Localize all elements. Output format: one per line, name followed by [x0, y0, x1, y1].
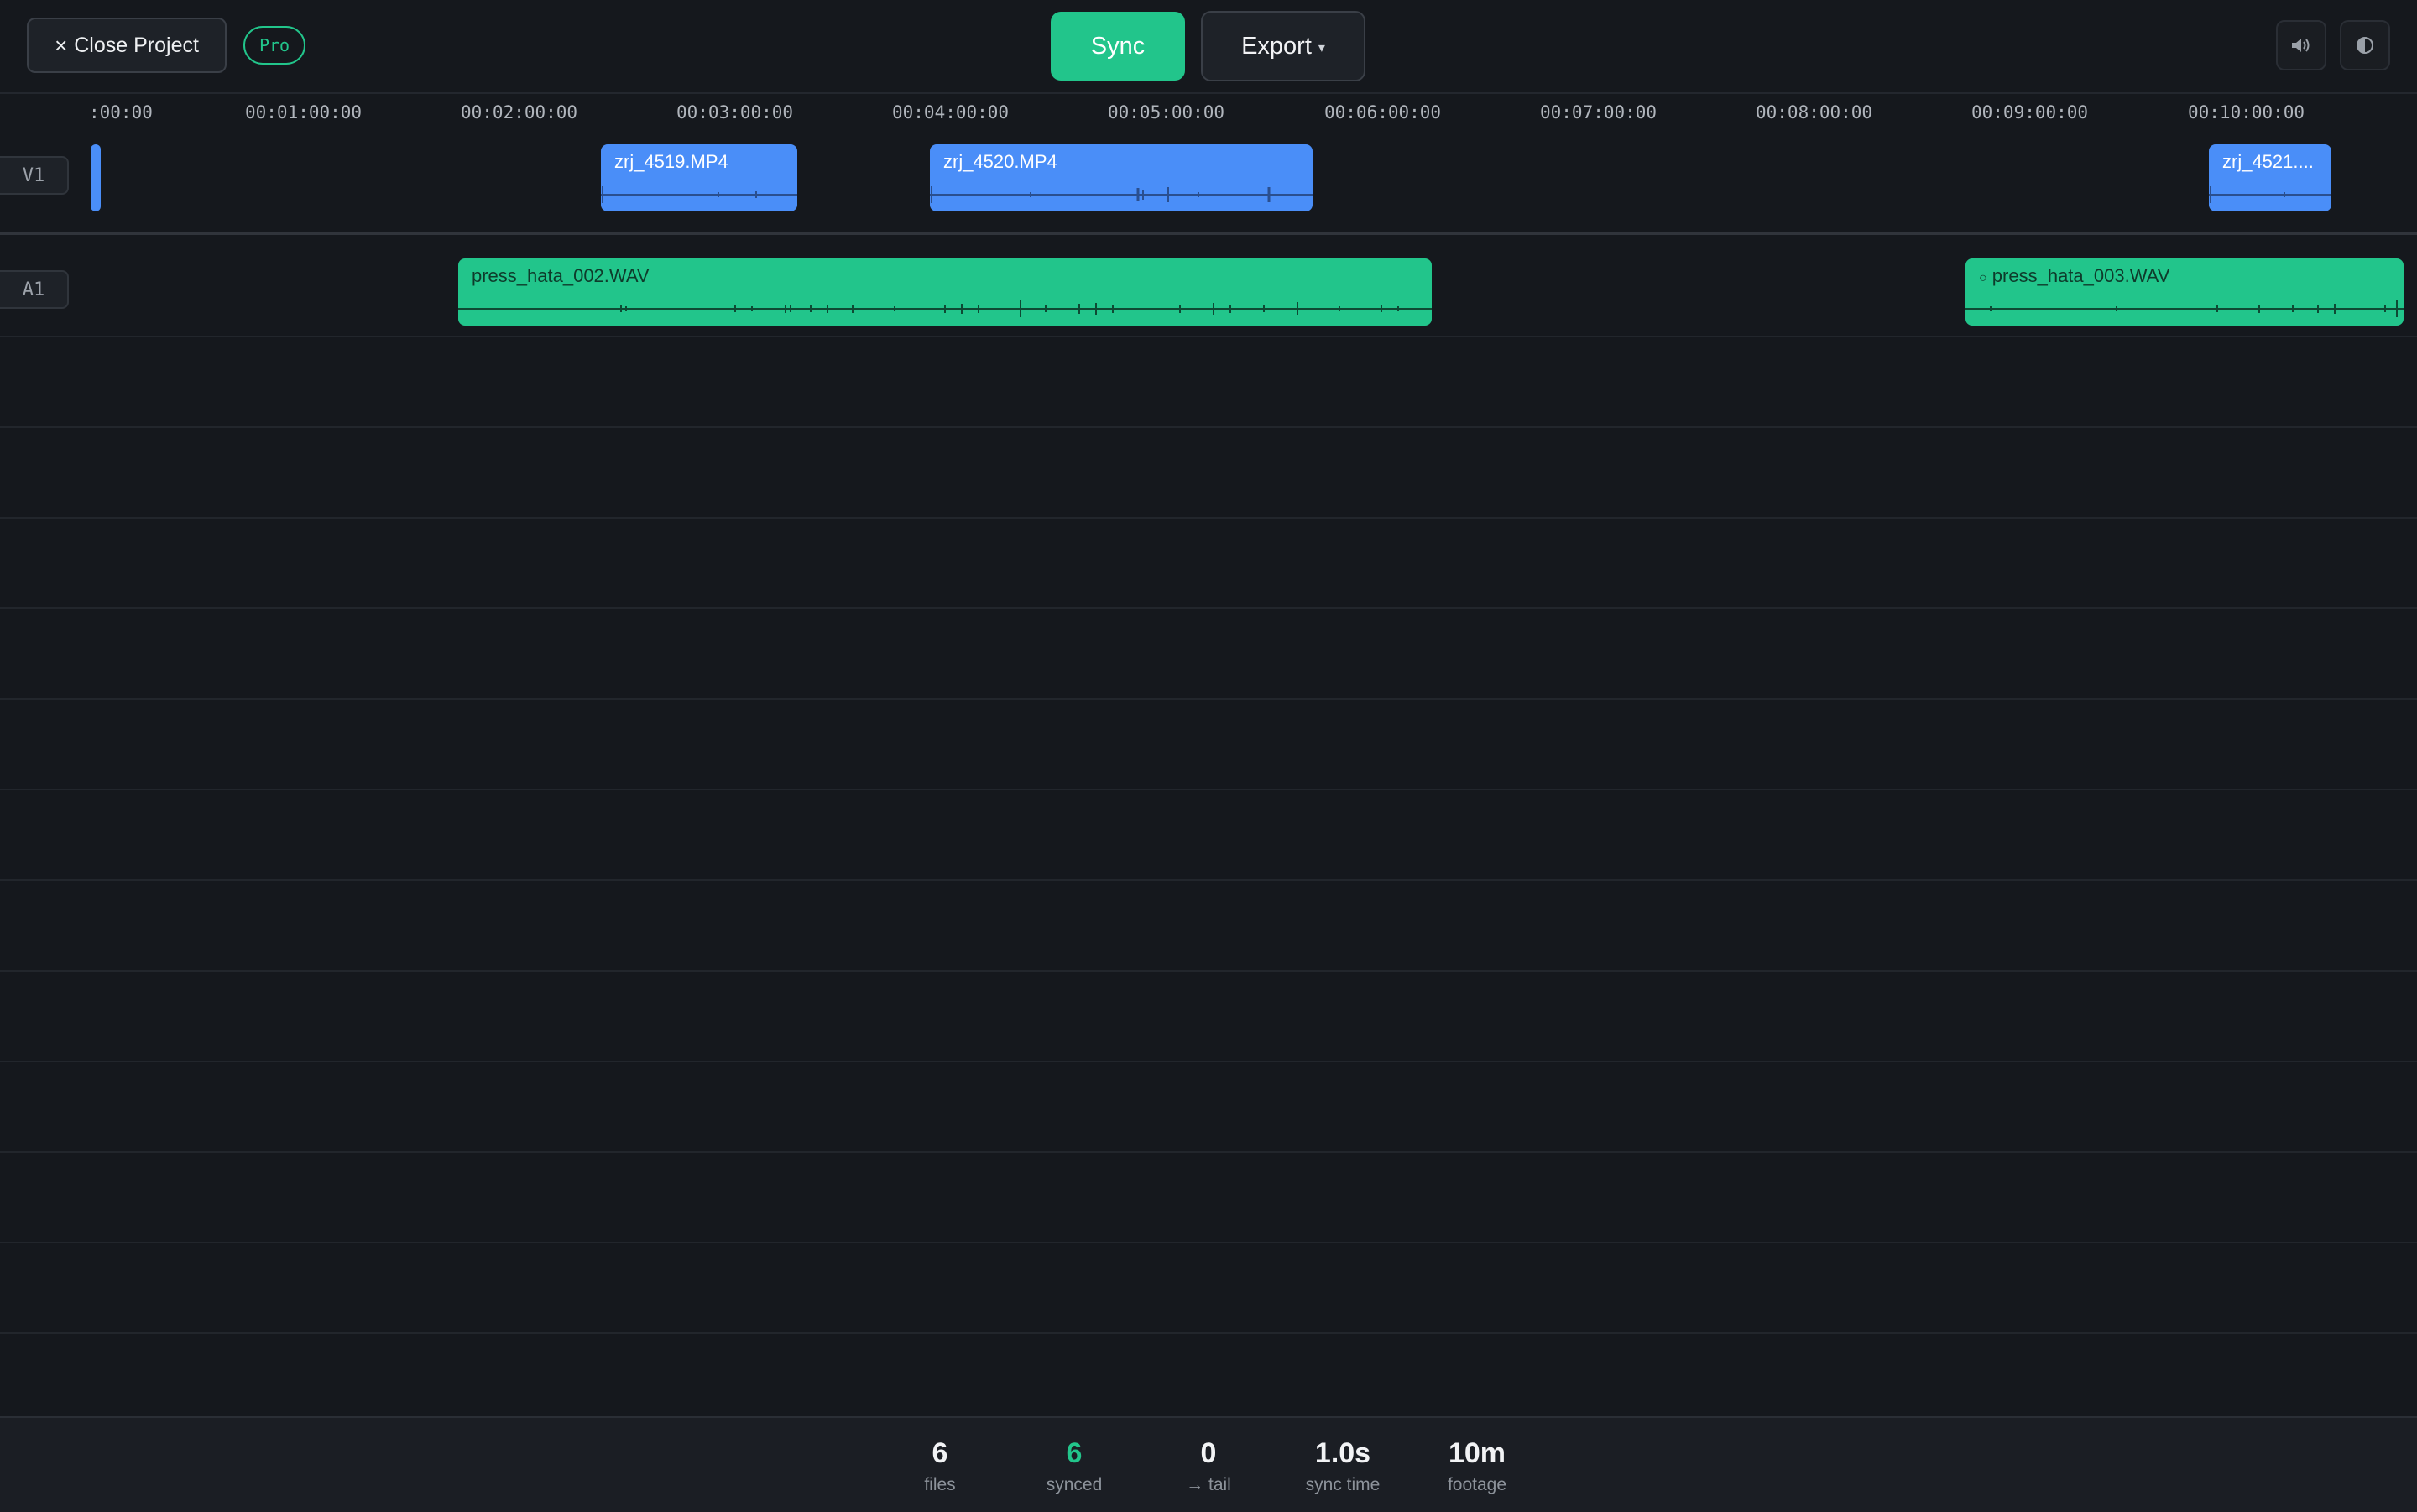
ruler-tick: 00:09:00:00 — [1971, 102, 2089, 123]
lane-divider — [0, 336, 2417, 337]
stat-label: footage — [1447, 1475, 1507, 1494]
stat-value: 6 — [932, 1437, 948, 1469]
clip-name: zrj_4519.MP4 — [614, 151, 728, 172]
track-label-v1[interactable]: V1 — [0, 156, 69, 195]
waveform — [930, 186, 1313, 203]
chevron-down-icon: ▾ — [1318, 41, 1325, 55]
stat-value: 0 — [1200, 1437, 1217, 1469]
clip-name-row: ○ press_hata_003.WAV — [1979, 265, 2169, 287]
lane-divider — [0, 1242, 2417, 1243]
lane-divider — [0, 879, 2417, 881]
volume-button[interactable] — [2276, 20, 2326, 70]
volume-icon — [2292, 39, 2310, 52]
stat-files: 6 files — [881, 1436, 999, 1495]
clip-name: zrj_4521.... — [2222, 151, 2314, 172]
video-clip[interactable] — [91, 144, 101, 211]
clip-name: press_hata_002.WAV — [472, 265, 650, 286]
close-icon: × — [55, 33, 68, 58]
stat-label: files — [924, 1475, 956, 1494]
lane-divider — [0, 1151, 2417, 1153]
stat-value: 6 — [1066, 1437, 1083, 1469]
ruler-tick: 00:04:00:00 — [892, 102, 1010, 123]
pro-badge: Pro — [243, 26, 305, 65]
ruler-tick: 00:08:00:00 — [1756, 102, 1873, 123]
stat-label: synced — [1046, 1475, 1103, 1494]
audio-clip[interactable]: press_hata_002.WAV — [458, 258, 1432, 326]
export-label: Export — [1241, 32, 1312, 60]
ruler-tick: 00:02:00:00 — [461, 102, 578, 123]
lane-divider — [0, 517, 2417, 519]
timeline-ruler[interactable]: :00:00 00:01:00:00 00:02:00:00 00:03:00:… — [0, 94, 2417, 134]
stat-value: 10m — [1448, 1437, 1506, 1469]
lane-divider — [0, 789, 2417, 790]
video-clip[interactable]: zrj_4519.MP4 — [601, 144, 797, 211]
video-clip[interactable]: zrj_4521.... — [2209, 144, 2331, 211]
track-separator[interactable] — [0, 232, 2417, 235]
ruler-tick: 00:05:00:00 — [1108, 102, 1225, 123]
clip-name: press_hata_003.WAV — [1992, 265, 2170, 286]
close-project-button[interactable]: × Close Project — [27, 18, 227, 73]
track-label-a1[interactable]: A1 — [0, 270, 69, 309]
lane-divider — [0, 426, 2417, 428]
loop-icon: ○ — [1979, 271, 1987, 285]
lane-divider — [0, 698, 2417, 700]
ruler-tick: 00:01:00:00 — [245, 102, 363, 123]
ruler-tick: 00:07:00:00 — [1540, 102, 1657, 123]
contrast-icon — [2357, 37, 2373, 54]
stat-tail: 0 → tail — [1150, 1436, 1267, 1495]
lane-divider — [0, 1332, 2417, 1334]
ruler-tick: :00:00 — [89, 102, 153, 123]
ruler-tick: 00:03:00:00 — [676, 102, 794, 123]
waveform — [1965, 300, 2404, 317]
theme-toggle-button[interactable] — [2340, 20, 2390, 70]
lane-divider — [0, 1061, 2417, 1062]
stat-sync-time: 1.0s sync time — [1284, 1436, 1402, 1495]
video-clip[interactable]: zrj_4520.MP4 — [930, 144, 1313, 211]
top-toolbar: × Close Project Pro Sync Export ▾ — [0, 0, 2417, 94]
stats-bar: 6 files 6 synced 0 → tail 1.0s sync time… — [0, 1416, 2417, 1512]
lane-divider — [0, 970, 2417, 972]
export-button[interactable]: Export ▾ — [1201, 11, 1365, 81]
waveform — [458, 300, 1432, 317]
ruler-tick: 00:10:00:00 — [2188, 102, 2305, 123]
stat-label: sync time — [1305, 1475, 1381, 1494]
clip-name: zrj_4520.MP4 — [943, 151, 1057, 172]
close-project-label: Close Project — [74, 33, 199, 57]
waveform — [601, 186, 797, 203]
lane-divider — [0, 607, 2417, 609]
stat-footage: 10m footage — [1418, 1436, 1536, 1495]
stat-value: 1.0s — [1314, 1437, 1371, 1469]
waveform — [2209, 186, 2331, 203]
ruler-tick: 00:06:00:00 — [1324, 102, 1442, 123]
sync-button[interactable]: Sync — [1051, 12, 1185, 81]
audio-clip[interactable]: ○ press_hata_003.WAV — [1965, 258, 2404, 326]
stat-label: → tail — [1186, 1475, 1231, 1494]
stat-synced: 6 synced — [1015, 1436, 1133, 1495]
